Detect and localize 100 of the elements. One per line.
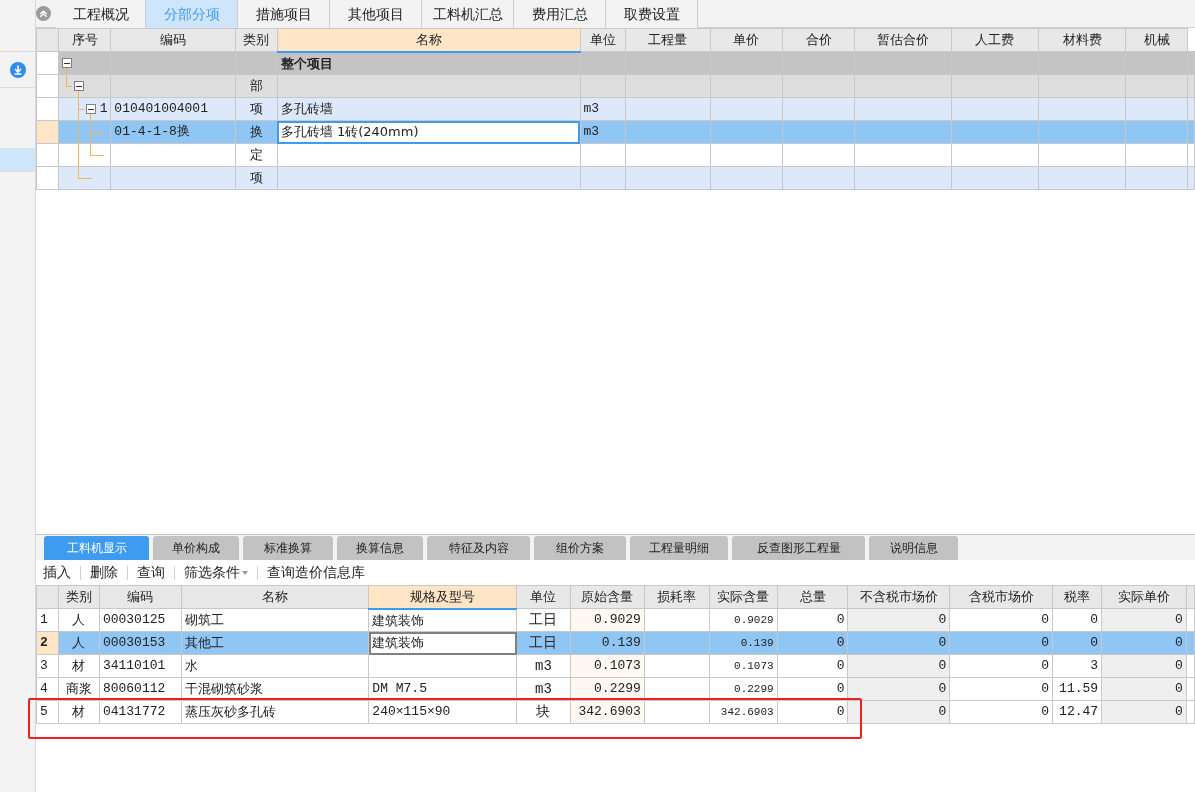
row-header[interactable] [36,120,59,144]
column-header[interactable]: 材料费 [1038,28,1126,52]
row-number[interactable]: 2 [36,631,59,655]
table-cell: 0.9029 [709,608,778,632]
table-cell: 人 [58,608,100,632]
row-header[interactable] [36,74,59,98]
column-header[interactable]: 人工费 [951,28,1039,52]
row-header[interactable] [36,97,59,121]
toolbar-button[interactable]: 删除 [89,562,119,583]
table-cell: 蒸压灰砂多孔砖 [181,700,369,724]
row-number[interactable]: 5 [36,700,59,724]
column-header[interactable]: 类别 [58,585,100,609]
tab[interactable]: 工程量明细 [630,536,728,560]
tab[interactable]: 费用汇总 [514,0,606,28]
table-cell: m3 [516,654,571,678]
tab[interactable]: 组价方案 [534,536,626,560]
column-header[interactable]: 序号 [58,28,111,52]
collapse-toggle[interactable] [73,81,84,91]
column-header[interactable]: 类别 [235,28,278,52]
column-header[interactable]: 名称 [277,28,581,52]
table-cell: 34110101 [99,654,182,678]
table-cell: 项 [235,166,278,190]
tab[interactable]: 工料机汇总 [422,0,514,28]
table-cell: m3 [580,120,626,144]
table-cell: 0 [777,700,848,724]
spec-input-field[interactable]: 建筑装饰 [368,631,517,655]
table-cell: 0.2299 [709,677,778,701]
table-cell: 0 [949,608,1053,632]
table-cell: 342.6903 [709,700,778,724]
column-header[interactable]: 单位 [580,28,626,52]
column-header[interactable]: 机械 [1125,28,1188,52]
table-cell: 人 [58,631,100,655]
row-number[interactable]: 1 [36,608,59,632]
table-cell: 0 [777,631,848,655]
table-cell: 商浆 [58,677,100,701]
row-number[interactable]: 3 [36,654,59,678]
column-header[interactable]: 合价 [782,28,855,52]
tab[interactable]: 其他项目 [330,0,422,28]
table-cell: 0.139 [570,631,645,655]
table-cell: 01-4-1-8换 [110,120,236,144]
collapse-icon[interactable] [36,6,51,21]
table-cell: 11.59 [1052,677,1102,701]
column-header[interactable]: 暂估合价 [854,28,952,52]
tab[interactable]: 单价构成 [153,536,239,560]
tree-line [89,114,91,120]
table-cell: 定 [235,143,278,167]
table-cell: 00030153 [99,631,182,655]
tab[interactable]: 换算信息 [337,536,423,560]
table-cell: 0 [777,608,848,632]
toolbar-button[interactable]: 查询 [136,562,166,583]
table-cell: 水 [181,654,369,678]
column-header[interactable]: 编码 [99,585,182,609]
table-cell: 建筑装饰 [368,608,517,632]
collapse-toggle[interactable] [85,104,96,114]
table-cell: 项 [235,97,278,121]
toolbar-button[interactable]: 查询造价信息库 [266,562,366,583]
table-cell: 12.47 [1052,700,1102,724]
table-cell: 0 [1052,608,1102,632]
column-header[interactable]: 工程量 [625,28,711,52]
table-cell: 0 [847,631,950,655]
tree-connector [65,75,72,87]
table-cell: 工日 [516,631,571,655]
table-cell: 材 [58,700,100,724]
tab[interactable]: 工程概况 [56,0,146,28]
table-cell: 0 [777,677,848,701]
row-header[interactable] [36,143,59,167]
collapse-toggle[interactable] [61,58,72,68]
column-header[interactable]: 名称 [181,585,369,609]
column-header[interactable]: 编码 [110,28,236,52]
column-header[interactable]: 税率 [1052,585,1102,609]
column-header[interactable]: 损耗率 [644,585,710,609]
name-input-field[interactable]: 多孔砖墙 1砖(240mm) [277,120,581,144]
column-header[interactable]: 总量 [777,585,848,609]
table-cell: 其他工 [181,631,369,655]
table-cell: 部 [235,74,278,98]
column-header[interactable]: 单位 [516,585,571,609]
tree-connector [77,167,92,179]
column-header[interactable]: 规格及型号 [368,585,517,609]
table-cell: 材 [58,654,100,678]
table-cell: DM M7.5 [368,677,517,701]
tab[interactable]: 取费设置 [606,0,698,28]
table-cell: 多孔砖墙 [277,97,581,121]
column-header[interactable]: 含税市场价 [949,585,1053,609]
tab[interactable]: 反查图形工程量 [732,536,865,560]
column-header[interactable]: 单价 [710,28,783,52]
tab[interactable]: 特征及内容 [427,536,530,560]
column-header[interactable]: 实际单价 [1101,585,1187,609]
tab[interactable]: 措施项目 [238,0,330,28]
column-header[interactable]: 实际含量 [709,585,778,609]
column-header[interactable]: 原始含量 [570,585,645,609]
row-header[interactable] [36,166,59,190]
tree-connector [89,144,104,156]
toolbar-button[interactable]: 插入 [42,562,72,583]
tab[interactable]: 标准换算 [243,536,333,560]
table-cell: 00030125 [99,608,182,632]
column-header[interactable]: 不含税市场价 [847,585,950,609]
sequence-number: 1 [99,100,108,119]
tab[interactable]: 说明信息 [869,536,958,560]
tree-line [89,133,91,143]
toolbar-button[interactable]: 筛选条件 [183,562,249,583]
